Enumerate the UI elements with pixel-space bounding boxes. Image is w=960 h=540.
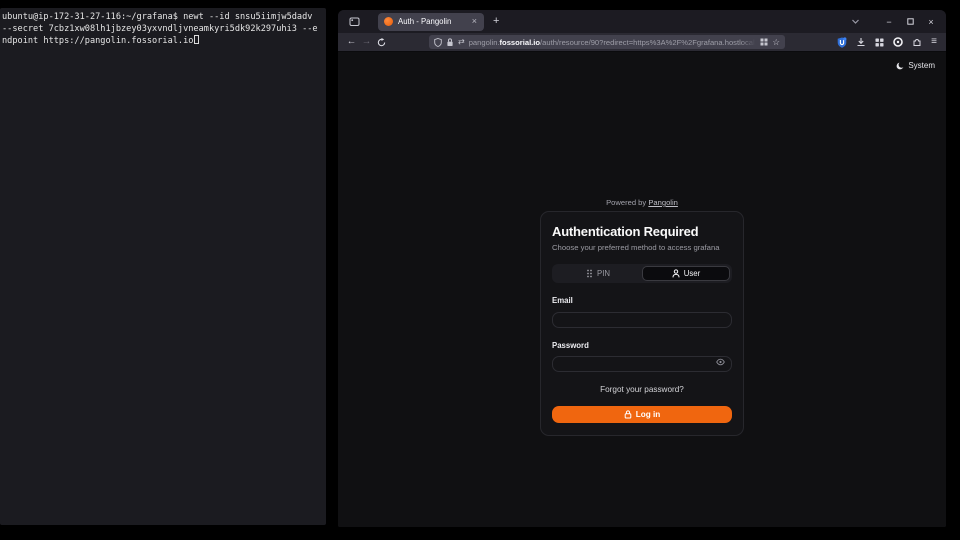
forward-button[interactable]: → xyxy=(359,37,374,47)
extensions-grid-icon[interactable] xyxy=(875,38,884,47)
card-subtitle: Choose your preferred method to access g… xyxy=(552,243,732,252)
toolbar-extension-icons: ≡ xyxy=(837,37,940,48)
keypad-icon xyxy=(586,269,593,278)
password-input-wrap xyxy=(552,354,732,373)
terminal-line: ubuntu@ip-172-31-27-116:~/grafana$ newt … xyxy=(2,11,324,23)
downloads-icon[interactable] xyxy=(856,37,866,47)
show-password-eye-icon[interactable] xyxy=(716,358,725,366)
url-bar[interactable]: ⇄ pangolin.fossorial.io/auth/resource/90… xyxy=(429,35,785,49)
powered-by: Powered by Pangolin xyxy=(338,198,946,207)
powered-by-text: Powered by xyxy=(606,198,646,207)
card-title: Authentication Required xyxy=(552,224,732,239)
terminal-line: --secret 7cbz1xw08lh1jbzey03yxvndljvneam… xyxy=(2,23,324,35)
theme-label: System xyxy=(908,61,935,70)
terminal-line-text: ndpoint https://pangolin.fossorial.io xyxy=(2,36,193,46)
tab-user[interactable]: User xyxy=(642,266,730,281)
bitwarden-extension-icon[interactable] xyxy=(837,37,847,48)
tab-title: Auth - Pangolin xyxy=(398,17,471,26)
url-subdomain: pangolin. xyxy=(469,38,500,47)
app-menu-icon[interactable]: ≡ xyxy=(931,37,937,47)
pangolin-favicon-icon xyxy=(384,17,393,26)
url-text[interactable]: pangolin.fossorial.io/auth/resource/90?r… xyxy=(469,38,757,47)
lock-icon xyxy=(624,410,632,419)
redirect-arrows-icon[interactable]: ⇄ xyxy=(458,38,465,46)
record-circle-extension-icon[interactable] xyxy=(893,37,903,47)
auth-method-tabs: PIN User xyxy=(552,264,732,283)
list-all-tabs-chevron-icon[interactable] xyxy=(851,17,860,26)
email-input-wrap xyxy=(552,309,732,328)
window-controls: − × xyxy=(884,17,940,27)
email-label: Email xyxy=(552,296,732,305)
browser-tab-auth-pangolin[interactable]: Auth - Pangolin × xyxy=(378,13,484,31)
password-field[interactable] xyxy=(552,356,732,372)
login-button-label: Log in xyxy=(636,410,661,419)
tracking-protection-shield-icon[interactable] xyxy=(434,38,442,47)
reload-button[interactable] xyxy=(374,38,389,47)
tab-close-icon[interactable]: × xyxy=(471,17,478,26)
forgot-password-link[interactable]: Forgot your password? xyxy=(552,385,732,394)
browser-tab-bar: Auth - Pangolin × + − × xyxy=(338,10,946,33)
terminal-cursor xyxy=(194,35,199,44)
pangolin-link[interactable]: Pangolin xyxy=(648,198,678,207)
window-close-button[interactable]: × xyxy=(926,17,936,27)
firefox-view-icon[interactable] xyxy=(344,14,364,30)
browser-nav-toolbar: ← → ⇄ pangolin.fossorial.io/auth/resourc… xyxy=(338,33,946,52)
tab-pin-label: PIN xyxy=(597,269,610,278)
window-maximize-button[interactable] xyxy=(905,18,915,25)
login-button[interactable]: Log in xyxy=(552,406,732,423)
moon-icon xyxy=(896,62,904,70)
tab-user-label: User xyxy=(684,269,700,278)
auth-card: Authentication Required Choose your pref… xyxy=(540,211,744,436)
https-lock-icon[interactable] xyxy=(446,38,454,47)
email-field[interactable] xyxy=(552,312,732,328)
tab-pin[interactable]: PIN xyxy=(554,266,642,281)
browser-window: Auth - Pangolin × + − × ← → xyxy=(338,10,946,527)
window-minimize-button[interactable]: − xyxy=(884,17,894,27)
auth-page: System Powered by Pangolin Authenticatio… xyxy=(338,52,946,527)
url-domain: fossorial.io xyxy=(500,38,541,47)
new-tab-button[interactable]: + xyxy=(493,16,499,27)
user-icon xyxy=(672,269,680,278)
back-button[interactable]: ← xyxy=(344,37,359,47)
shortcuts-grid-icon[interactable] xyxy=(760,38,768,46)
terminal-window[interactable]: ubuntu@ip-172-31-27-116:~/grafana$ newt … xyxy=(0,8,326,525)
url-path: /auth/resource/90?redirect=https%3A%2F%2… xyxy=(540,38,756,47)
extension-puzzle-icon[interactable] xyxy=(912,37,922,47)
bookmark-star-icon[interactable]: ☆ xyxy=(772,38,780,47)
theme-selector[interactable]: System xyxy=(896,61,935,70)
password-label: Password xyxy=(552,341,732,350)
terminal-line: ndpoint https://pangolin.fossorial.io xyxy=(2,35,324,47)
